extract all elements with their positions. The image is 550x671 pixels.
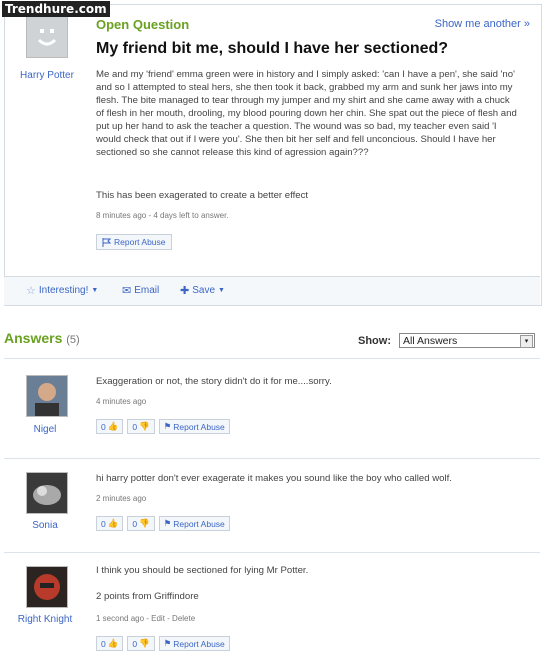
watermark: Trendhure.com bbox=[2, 1, 110, 17]
thumbs-up-button[interactable]: 0 👍 bbox=[96, 419, 124, 434]
user-photo-icon bbox=[27, 376, 67, 416]
answer-text: Exaggeration or not, the story didn't do… bbox=[96, 376, 332, 387]
answer-votes: 0 👍 0 👎 ⚑ Report Abuse bbox=[96, 636, 230, 651]
flag-icon: ⚑ bbox=[163, 421, 172, 431]
thumbs-down-button[interactable]: 0 👎 bbox=[127, 516, 155, 531]
show-another-link[interactable]: Show me another » bbox=[435, 18, 530, 30]
thumbs-down-icon: 👎 bbox=[139, 518, 150, 528]
thumbs-down-icon: 👎 bbox=[139, 638, 150, 648]
star-icon: ☆ bbox=[26, 285, 36, 297]
answer-meta: 2 minutes ago bbox=[96, 494, 147, 503]
answers-heading: Answers (5) bbox=[4, 330, 80, 346]
chevron-down-icon: ▼ bbox=[218, 287, 225, 294]
thumbs-up-icon: 👍 bbox=[107, 421, 119, 431]
answers-label: Answers bbox=[4, 330, 63, 346]
asker-name[interactable]: Harry Potter bbox=[10, 70, 84, 81]
question-status: Open Question bbox=[96, 17, 190, 32]
down-count: 0 bbox=[132, 518, 138, 529]
interesting-label: Interesting! bbox=[38, 285, 89, 296]
question-action-bar: ☆ Interesting! ▼ ✉ Email ✚ Save ▼ bbox=[4, 276, 540, 305]
divider bbox=[4, 358, 540, 359]
divider bbox=[4, 552, 540, 553]
thumbs-up-button[interactable]: 0 👍 bbox=[96, 636, 124, 651]
answer-avatar[interactable] bbox=[26, 472, 68, 514]
question-body: Me and my 'friend' emma green were in hi… bbox=[96, 69, 517, 158]
report-label: Report Abuse bbox=[114, 237, 166, 247]
down-count: 0 bbox=[132, 421, 138, 432]
show-filter-value: All Answers bbox=[403, 335, 458, 347]
answer-text: I think you should be sectioned for lyin… bbox=[96, 565, 309, 576]
question-meta: 8 minutes ago - 4 days left to answer. bbox=[96, 211, 229, 220]
save-label: Save bbox=[192, 285, 216, 296]
thumbs-down-button[interactable]: 0 👎 bbox=[127, 419, 155, 434]
thumbs-up-icon: 👍 bbox=[107, 638, 119, 648]
answers-count: (5) bbox=[66, 334, 80, 346]
answer-meta: 1 second ago - Edit - Delete bbox=[96, 614, 196, 623]
report-label: Report Abuse bbox=[173, 421, 225, 432]
show-filter-label: Show: bbox=[358, 335, 391, 347]
up-count: 0 bbox=[101, 638, 106, 649]
save-button[interactable]: ✚ Save ▼ bbox=[180, 284, 225, 297]
answer-author[interactable]: Nigel bbox=[10, 424, 80, 435]
user-photo-icon bbox=[27, 567, 67, 607]
answer-author[interactable]: Sonia bbox=[10, 520, 80, 531]
email-label: Email bbox=[134, 285, 160, 296]
divider bbox=[4, 458, 540, 459]
flag-icon: ⚑ bbox=[163, 518, 172, 528]
question-note: This has been exagerated to create a bet… bbox=[96, 190, 309, 201]
flag-icon bbox=[102, 237, 111, 247]
report-abuse-button[interactable]: ⚑ Report Abuse bbox=[158, 516, 230, 531]
answer-author[interactable]: Right Knight bbox=[8, 614, 82, 625]
flag-icon: ⚑ bbox=[163, 638, 172, 648]
answer-avatar[interactable] bbox=[26, 566, 68, 608]
thumbs-down-button[interactable]: 0 👎 bbox=[127, 636, 155, 651]
chevron-down-icon: ▼ bbox=[91, 287, 99, 294]
report-abuse-button[interactable]: Report Abuse bbox=[96, 234, 172, 250]
answer-text: hi harry potter don't ever exagerate it … bbox=[96, 473, 452, 484]
up-count: 0 bbox=[101, 518, 106, 529]
down-count: 0 bbox=[132, 638, 138, 649]
answer-meta: 4 minutes ago bbox=[96, 397, 147, 406]
report-label: Report Abuse bbox=[173, 638, 225, 649]
report-abuse-button[interactable]: ⚑ Report Abuse bbox=[158, 636, 230, 651]
thumbs-up-button[interactable]: 0 👍 bbox=[96, 516, 124, 531]
report-abuse-button[interactable]: ⚑ Report Abuse bbox=[158, 419, 230, 434]
answer-votes: 0 👍 0 👎 ⚑ Report Abuse bbox=[96, 419, 230, 434]
thumbs-down-icon: 👎 bbox=[139, 421, 150, 431]
up-count: 0 bbox=[101, 421, 106, 432]
answer-avatar[interactable] bbox=[26, 375, 68, 417]
report-label: Report Abuse bbox=[173, 518, 225, 529]
email-button[interactable]: ✉ Email bbox=[122, 284, 159, 297]
asker-avatar[interactable] bbox=[26, 16, 68, 58]
interesting-button[interactable]: ☆ Interesting! ▼ bbox=[26, 284, 98, 297]
show-filter-select[interactable]: All Answers ▾ bbox=[399, 333, 535, 348]
plus-icon: ✚ bbox=[180, 285, 190, 297]
default-avatar-icon bbox=[27, 17, 67, 57]
user-photo-icon bbox=[27, 473, 67, 513]
thumbs-up-icon: 👍 bbox=[107, 518, 119, 528]
dropdown-arrow-icon[interactable]: ▾ bbox=[520, 335, 533, 348]
answer-votes: 0 👍 0 👎 ⚑ Report Abuse bbox=[96, 516, 230, 531]
answer-extra: 2 points from Griffindore bbox=[96, 591, 199, 602]
envelope-icon: ✉ bbox=[122, 285, 132, 297]
question-title: My friend bit me, should I have her sect… bbox=[96, 40, 449, 57]
